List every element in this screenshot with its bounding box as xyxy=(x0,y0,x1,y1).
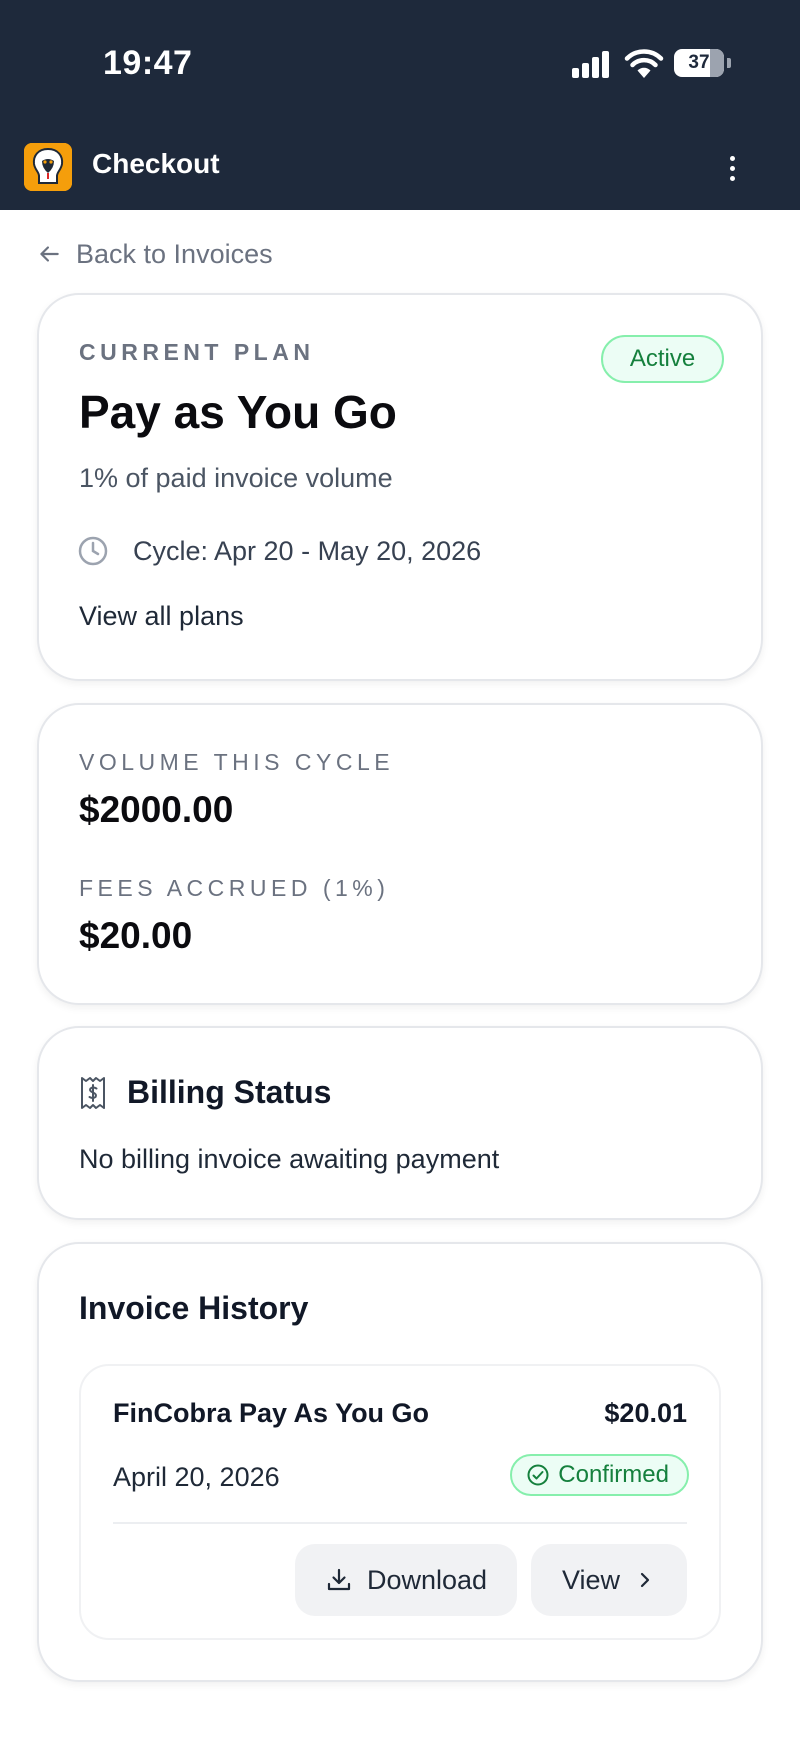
download-label: Download xyxy=(366,1564,488,1595)
plan-name: Pay as You Go xyxy=(79,386,397,438)
fees-label: FEES ACCRUED (1%) xyxy=(79,875,390,901)
signal-icon xyxy=(572,50,612,78)
more-vertical-icon[interactable] xyxy=(716,150,748,186)
divider xyxy=(113,1522,687,1524)
cycle-text: Cycle: Apr 20 - May 20, 2026 xyxy=(133,535,482,566)
billing-cycle: Cycle: Apr 20 - May 20, 2026 xyxy=(77,535,481,567)
volume-value: $2000.00 xyxy=(79,789,234,830)
back-link-label: Back to Invoices xyxy=(76,238,273,269)
invoice-name: FinCobra Pay As You Go xyxy=(113,1398,430,1428)
wifi-icon xyxy=(624,49,664,78)
current-plan-label: CURRENT PLAN xyxy=(79,339,315,365)
current-plan-card: CURRENT PLAN Active Pay as You Go 1% of … xyxy=(37,293,763,681)
volume-label: VOLUME THIS CYCLE xyxy=(79,749,395,775)
receipt-dollar-icon xyxy=(81,1076,105,1109)
battery-icon: 37 xyxy=(674,49,724,77)
download-icon xyxy=(327,1568,351,1591)
battery-level: 37 xyxy=(688,52,710,73)
check-circle-icon xyxy=(527,1464,549,1486)
chevron-right-icon xyxy=(640,1572,650,1588)
confirmed-label: Confirmed xyxy=(558,1461,669,1488)
cycle-metrics-card: VOLUME THIS CYCLE $2000.00 FEES ACCRUED … xyxy=(37,703,763,1005)
app-header: 19:47 37 Checkout xyxy=(0,0,800,210)
fees-value: $20.00 xyxy=(79,915,193,956)
view-button[interactable]: View xyxy=(531,1544,687,1616)
clock-icon xyxy=(78,536,108,566)
confirmed-badge: Confirmed xyxy=(510,1454,689,1496)
invoice-date: April 20, 2026 xyxy=(113,1462,280,1492)
billing-status-card: Billing Status No billing invoice awaiti… xyxy=(37,1026,763,1220)
invoice-amount: $20.01 xyxy=(604,1398,687,1428)
app-title: Checkout xyxy=(92,148,220,179)
billing-status-title: Billing Status xyxy=(127,1074,332,1110)
view-all-plans-link[interactable]: View all plans xyxy=(79,601,244,632)
billing-status-message: No billing invoice awaiting payment xyxy=(79,1144,500,1174)
plan-description: 1% of paid invoice volume xyxy=(79,463,393,493)
arrow-left-icon xyxy=(40,246,59,262)
status-time: 19:47 xyxy=(103,44,193,82)
status-badge: Active xyxy=(601,335,724,383)
billing-status-header: Billing Status xyxy=(79,1074,331,1111)
invoice-history-title: Invoice History xyxy=(79,1290,309,1326)
cobra-logo-icon xyxy=(24,143,72,191)
invoice-history-card: Invoice History FinCobra Pay As You Go $… xyxy=(37,1242,763,1682)
invoice-item: FinCobra Pay As You Go $20.01 April 20, … xyxy=(79,1364,721,1640)
download-button[interactable]: Download xyxy=(295,1544,517,1616)
battery-cap xyxy=(727,58,731,68)
back-to-invoices-link[interactable]: Back to Invoices xyxy=(36,234,273,274)
view-label: View xyxy=(561,1564,621,1595)
